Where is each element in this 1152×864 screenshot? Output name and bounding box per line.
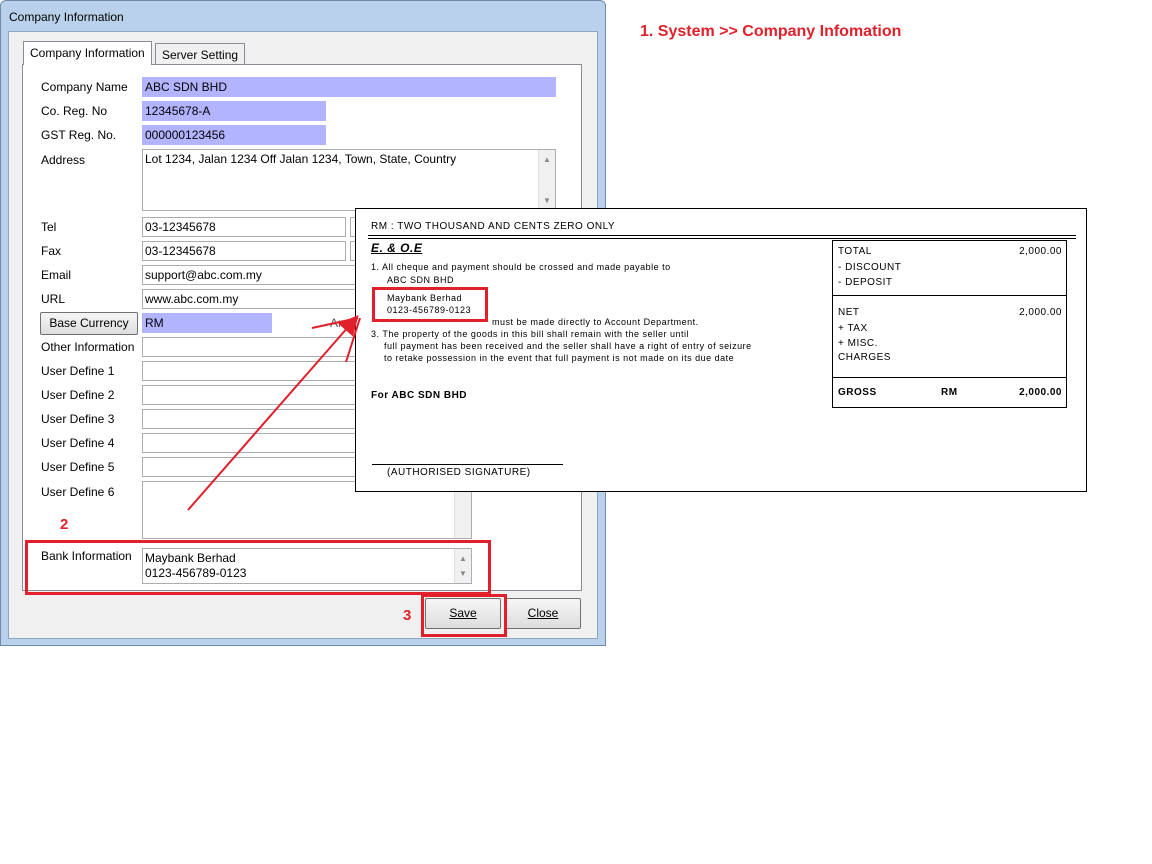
tab-company-information[interactable]: Company Information xyxy=(23,41,152,65)
arrow-to-invoice xyxy=(187,314,359,511)
tab-company-information-label: Company Information xyxy=(30,46,145,60)
annotation-arrows xyxy=(187,314,361,511)
arrow-head-stroke xyxy=(345,317,361,363)
